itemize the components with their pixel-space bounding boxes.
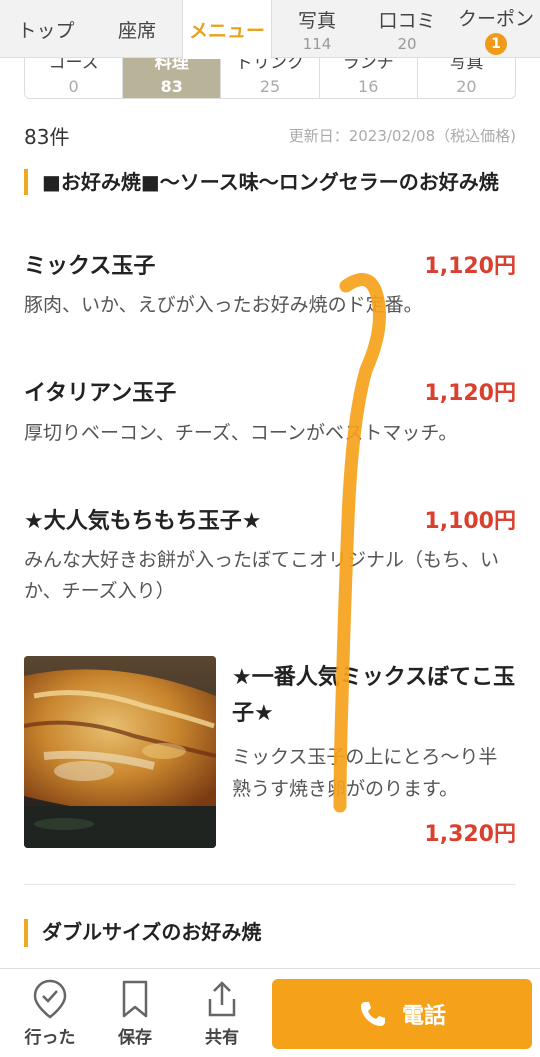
- visited-label: 行った: [24, 1028, 76, 1048]
- menu-meta: 83件 更新日：2023/02/08（税込価格): [24, 120, 516, 150]
- subtab-course-count: 0: [68, 77, 79, 96]
- menu-item-price: 1,120円: [424, 381, 516, 406]
- phone-icon: [360, 1002, 385, 1026]
- menu-item-price: 1,120円: [424, 254, 516, 279]
- updated-date: 更新日：2023/02/08（税込価格): [288, 126, 516, 145]
- tab-coupons-label: クーポン: [457, 7, 534, 30]
- tab-reviews-label: 口コミ: [378, 9, 436, 32]
- menu-item-price: 1,100円: [424, 509, 516, 534]
- okonomiyaki-photo[interactable]: [24, 656, 216, 848]
- subtab-drinks-count: 25: [259, 77, 281, 96]
- okonomiyaki-photo-image: [24, 656, 216, 848]
- save-button[interactable]: 保存: [100, 979, 170, 1051]
- bottom-action-bar: 行った 保存 共有 電話: [0, 968, 540, 1057]
- menu-item-name: ★大人気もちもち玉子★: [24, 509, 262, 534]
- menu-item-name: ★一番人気ミックスぼてこ玉子★: [232, 665, 516, 726]
- menu-item-name: イタリアン玉子: [24, 381, 177, 406]
- bookmark-icon: [122, 980, 148, 1018]
- share-button[interactable]: 共有: [187, 979, 257, 1051]
- item-count: 83件: [24, 124, 70, 149]
- tab-menu-label: メニュー: [188, 20, 265, 42]
- subtab-lunch-count: 16: [358, 77, 379, 96]
- top-navigation: トップ 座席 メニュー 写真 114 口コミ 20 クーポン 1: [0, 0, 540, 59]
- share-icon: [208, 981, 236, 1017]
- tab-photos[interactable]: 写真 114: [272, 0, 362, 58]
- coupon-count-badge: 1: [485, 32, 507, 55]
- tab-coupons[interactable]: クーポン 1: [452, 0, 540, 58]
- save-label: 保存: [118, 1028, 152, 1048]
- menu-item-description: 豚肉、いか、えびが入ったお好み焼のド定番。: [24, 294, 423, 316]
- map-pin-check-icon: [33, 979, 67, 1019]
- menu-item-description: 厚切りベーコン、チーズ、コーンがベストマッチ。: [24, 422, 458, 444]
- tab-reviews-count: 20: [397, 34, 417, 53]
- menu-item-price: 1,320円: [424, 822, 516, 847]
- tab-seats-label: 座席: [117, 19, 156, 42]
- section-heading: ■お好み焼■〜ソース味〜ロングセラーのお好み焼: [24, 169, 516, 195]
- tab-photos-label: 写真: [297, 9, 336, 32]
- call-button[interactable]: 電話: [272, 979, 532, 1049]
- section-heading: ダブルサイズのお好み焼: [24, 919, 516, 947]
- subtab-dishes-count: 83: [160, 77, 183, 96]
- visited-button[interactable]: 行った: [15, 979, 85, 1051]
- tab-reviews[interactable]: 口コミ 20: [362, 0, 452, 58]
- tab-menu[interactable]: メニュー: [182, 0, 272, 59]
- menu-item-name: ミックス玉子: [24, 254, 156, 279]
- section-divider: [24, 884, 516, 885]
- tab-photos-count: 114: [302, 34, 332, 53]
- tab-seats[interactable]: 座席: [92, 0, 182, 58]
- tab-top-label: トップ: [17, 19, 75, 42]
- tab-top[interactable]: トップ: [0, 0, 92, 58]
- menu-item-description: ミックス玉子の上にとろ〜り半熟うす焼き卵がのります。: [232, 746, 498, 800]
- call-label: 電話: [401, 1004, 446, 1029]
- share-label: 共有: [205, 1028, 239, 1048]
- subtab-photos-count: 20: [456, 77, 477, 96]
- menu-item-description: みんな大好きお餅が入ったぼてこオリジナル（もち、いか、チーズ入り）: [24, 549, 500, 602]
